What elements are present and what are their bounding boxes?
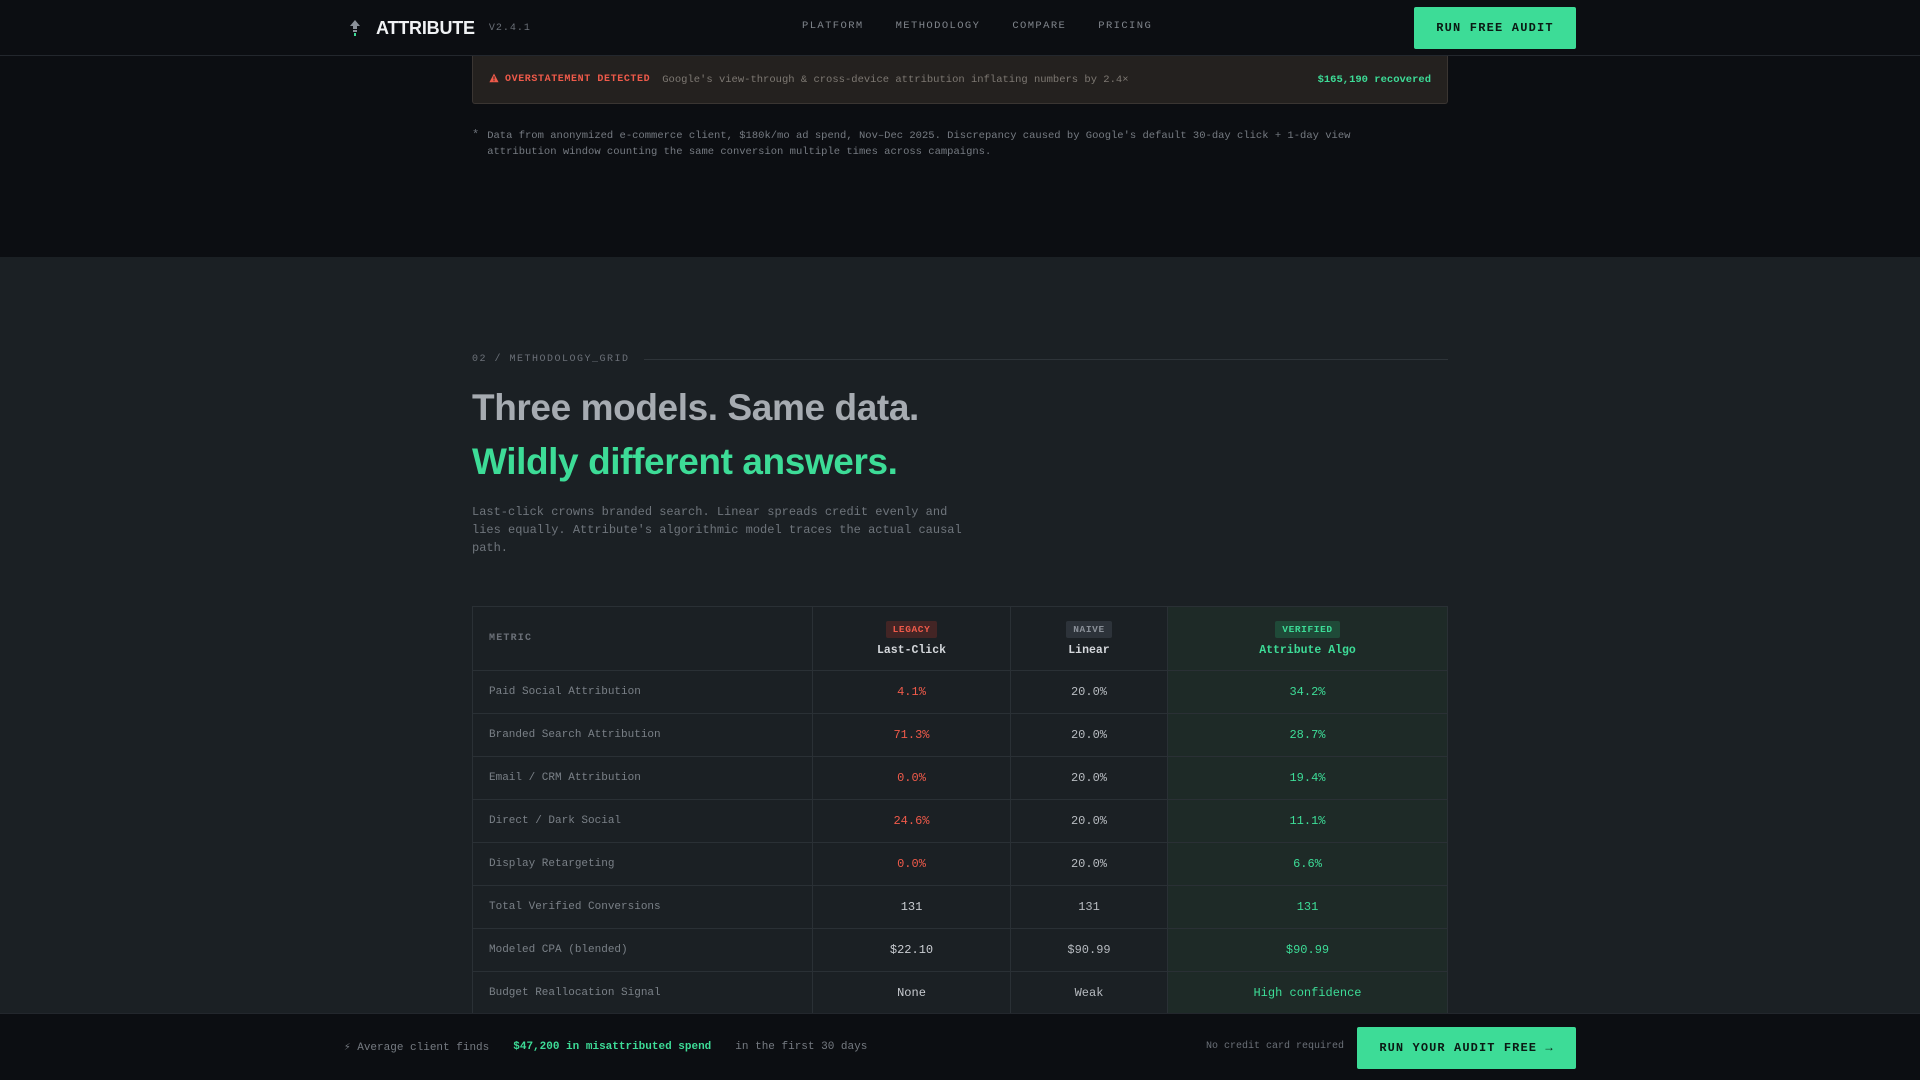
methodology-table: METRIC LEGACY Last-Click NAIVE Linear VE… <box>472 606 1448 1015</box>
last-click-value: 131 <box>813 886 1011 928</box>
nav-links: PLATFORM METHODOLOGY COMPARE PRICING <box>802 20 1152 32</box>
algo-value: 131 <box>1168 886 1447 928</box>
last-click-column-header: LEGACY Last-Click <box>813 607 1011 670</box>
table-row: Modeled CPA (blended) $22.10 $90.99 $90.… <box>473 929 1447 972</box>
section-lede: Last-click crowns branded search. Linear… <box>472 505 962 555</box>
metric-label: Display Retargeting <box>473 843 813 885</box>
metric-label: Branded Search Attribution <box>473 714 813 756</box>
metric-label: Email / CRM Attribution <box>473 757 813 799</box>
bottom-stat-lead: ⚡ Average client finds <box>344 1042 490 1054</box>
linear-value: $90.99 <box>1011 929 1168 971</box>
footnote-text: Data from anonymized e-commerce client, … <box>487 130 1351 158</box>
table-row: Branded Search Attribution 71.3% 20.0% 2… <box>473 714 1447 757</box>
overstatement-alert: OVERSTATEMENT DETECTED Google's view-thr… <box>472 56 1448 104</box>
metric-label: Modeled CPA (blended) <box>473 929 813 971</box>
table-row: Direct / Dark Social 24.6% 20.0% 11.1% <box>473 800 1447 843</box>
headline-primary: Three models. Same data. <box>472 387 919 428</box>
section-eyebrow: 02 / METHODOLOGY_GRID <box>472 354 1448 365</box>
linear-value: 20.0% <box>1011 671 1168 713</box>
algo-value: $90.99 <box>1168 929 1447 971</box>
table-row: Total Verified Conversions 131 131 131 <box>473 886 1447 929</box>
bottom-stat: ⚡ Average client finds $47,200 in misatt… <box>344 1040 867 1054</box>
legacy-badge: LEGACY <box>885 620 938 638</box>
brand[interactable]: ATTRIBUTE V2.4.1 <box>344 14 531 42</box>
alert-message: Google's view-through & cross-device att… <box>662 73 1129 86</box>
model-name-attribute-algo: Attribute Algo <box>1259 643 1356 657</box>
alert-label-text: OVERSTATEMENT DETECTED <box>505 74 651 85</box>
algo-value: High confidence <box>1168 972 1447 1014</box>
linear-value: 20.0% <box>1011 843 1168 885</box>
alert-label: OVERSTATEMENT DETECTED <box>489 73 650 87</box>
last-click-value: 0.0% <box>813 843 1011 885</box>
data-footnote: * Data from anonymized e-commerce client… <box>472 128 1412 160</box>
verified-badge: VERIFIED <box>1275 620 1340 638</box>
algo-value: 34.2% <box>1168 671 1447 713</box>
metric-label: Budget Reallocation Signal <box>473 972 813 1014</box>
table-row: Display Retargeting 0.0% 20.0% 6.6% <box>473 843 1447 886</box>
eyebrow-text: 02 / METHODOLOGY_GRID <box>472 354 630 365</box>
nav-link-methodology[interactable]: METHODOLOGY <box>896 20 981 32</box>
headline-accent: Wildly different answers. <box>472 441 898 482</box>
run-your-audit-free-button[interactable]: RUN YOUR AUDIT FREE → <box>1357 1027 1576 1069</box>
last-click-value: $22.10 <box>813 929 1011 971</box>
feather-arrow-icon <box>344 17 366 39</box>
table-header-row: METRIC LEGACY Last-Click NAIVE Linear VE… <box>473 607 1447 671</box>
last-click-value: 4.1% <box>813 671 1011 713</box>
algo-value: 11.1% <box>1168 800 1447 842</box>
linear-value: Weak <box>1011 972 1168 1014</box>
last-click-value: 24.6% <box>813 800 1011 842</box>
linear-column-header: NAIVE Linear <box>1011 607 1168 670</box>
nav-link-pricing[interactable]: PRICING <box>1098 20 1152 32</box>
model-name-linear: Linear <box>1068 643 1110 657</box>
bottom-cta-bar: ⚡ Average client finds $47,200 in misatt… <box>0 1013 1920 1080</box>
linear-value: 20.0% <box>1011 800 1168 842</box>
nav-link-platform[interactable]: PLATFORM <box>802 20 864 32</box>
metric-label: Direct / Dark Social <box>473 800 813 842</box>
linear-value: 20.0% <box>1011 757 1168 799</box>
warning-icon <box>489 73 499 87</box>
table-row: Email / CRM Attribution 0.0% 20.0% 19.4% <box>473 757 1447 800</box>
version-label: V2.4.1 <box>488 22 531 34</box>
bottom-stat-highlight: $47,200 in misattributed spend <box>513 1041 712 1053</box>
linear-value: 131 <box>1011 886 1168 928</box>
model-name-last-click: Last-Click <box>876 643 946 657</box>
table-row: Paid Social Attribution 4.1% 20.0% 34.2% <box>473 671 1447 714</box>
no-credit-card-note: No credit card required <box>1206 1041 1345 1052</box>
metric-label: Paid Social Attribution <box>473 671 813 713</box>
nav-link-compare[interactable]: COMPARE <box>1012 20 1066 32</box>
algo-column-header: VERIFIED Attribute Algo <box>1168 607 1447 670</box>
methodology-section: 02 / METHODOLOGY_GRID Three models. Same… <box>0 257 1920 1080</box>
table-row: Budget Reallocation Signal None Weak Hig… <box>473 972 1447 1015</box>
bottom-stat-tail: in the first 30 days <box>735 1041 868 1053</box>
algo-value: 6.6% <box>1168 843 1447 885</box>
algo-value: 28.7% <box>1168 714 1447 756</box>
run-free-audit-button[interactable]: RUN FREE AUDIT <box>1414 7 1576 49</box>
last-click-value: 0.0% <box>813 757 1011 799</box>
metric-column-header: METRIC <box>473 607 813 670</box>
last-click-value: 71.3% <box>813 714 1011 756</box>
footnote-marker: * <box>472 128 480 142</box>
last-click-value: None <box>813 972 1011 1014</box>
metric-label: Total Verified Conversions <box>473 886 813 928</box>
eyebrow-divider <box>643 359 1448 360</box>
naive-badge: NAIVE <box>1066 620 1112 638</box>
brand-name: ATTRIBUTE <box>376 17 475 38</box>
alert-recovered-amount: $165,190 recovered <box>1317 73 1431 86</box>
linear-value: 20.0% <box>1011 714 1168 756</box>
algo-value: 19.4% <box>1168 757 1447 799</box>
top-nav: ATTRIBUTE V2.4.1 PLATFORM METHODOLOGY CO… <box>0 0 1920 56</box>
